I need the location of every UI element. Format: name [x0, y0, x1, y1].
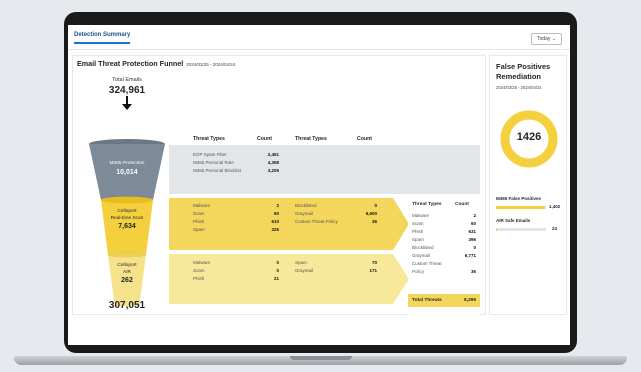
summary-row-label: Blocklisted — [412, 245, 434, 250]
funnel-title-text: Email Threat Protection Funnel — [77, 59, 184, 68]
stage-air-value: 262 — [121, 277, 133, 284]
gray-row-label: M365 Personal Blocklist — [193, 168, 242, 173]
stage-air-name-2: AIR — [123, 270, 131, 275]
m365-fp-bar — [496, 206, 545, 209]
safe-emails-value: 307,051 — [108, 300, 146, 311]
stage-m365-name: M365 Protection — [109, 161, 145, 166]
stage-m365-value: 10,014 — [116, 169, 138, 176]
summary-row-label: Scam — [412, 221, 424, 226]
donut-value: 1426 — [516, 131, 542, 143]
summary-col-threat-types: Threat Types — [412, 202, 442, 207]
funnel-title: Email Threat Protection Funnel 2024/03/25… — [77, 59, 235, 68]
remediation-title-1: False Positives — [496, 62, 551, 71]
air-row-value: 70 — [371, 260, 377, 265]
stage-rt-name-1: Celloport — [117, 209, 137, 214]
summary-row-label: Custom Threat — [412, 261, 442, 266]
funnel-date: 2024/03/25 - 2024/04/24 — [186, 62, 236, 67]
laptop-screen: Detection Summary Today ⌄ Email Threat P… — [68, 25, 570, 345]
rt-row-label: Graymail — [295, 211, 314, 216]
summary-row-label: Spam — [412, 237, 424, 242]
air-row-label: Graymail — [295, 268, 314, 273]
stage-rt-value: 7,634 — [118, 223, 136, 230]
funnel-panel: Email Threat Protection Funnel 2024/03/25… — [72, 55, 486, 315]
rt-row-label: Spam — [193, 227, 205, 232]
gray-row-value: 3,205 — [267, 168, 279, 173]
m365-fp-label: M365 False Positives — [496, 196, 542, 201]
air-row-value: 21 — [273, 276, 279, 281]
summary-row-value: 6,771 — [464, 253, 476, 258]
air-row-label: Spam — [295, 260, 307, 265]
air-row-value: 0 — [276, 260, 279, 265]
rt-row-label: Blocklisted — [295, 203, 317, 208]
air-safe-bar — [496, 228, 497, 231]
tab-bar: Detection Summary Today ⌄ — [68, 25, 570, 50]
total-emails-label: Total Emails — [112, 77, 142, 83]
rt-row-value: 326 — [271, 227, 279, 232]
summary-row-value: 0 — [473, 245, 476, 250]
remediation-title-2: Remediation — [496, 72, 542, 81]
remediation-panel: False Positives Remediation 2024/03/25 -… — [489, 55, 567, 315]
gray-row-value: 4,358 — [267, 160, 279, 165]
stage-air-name-1: Celloport — [117, 263, 137, 268]
chevron-down-icon: ⌄ — [551, 36, 556, 42]
col-count-2: Count — [357, 136, 372, 142]
rt-row-label: Phish — [193, 219, 205, 224]
date-range-dropdown[interactable]: Today ⌄ — [531, 33, 562, 45]
summary-row-value: 2 — [473, 213, 476, 218]
gray-row-value: 2,451 — [267, 152, 279, 157]
summary-row-value: 60 — [470, 221, 476, 226]
air-row-label: Phish — [193, 276, 205, 281]
gray-row-label: EOP Spam Filter — [193, 152, 227, 157]
rt-row-label: Malware — [193, 203, 211, 208]
summary-row-value: 631 — [468, 229, 476, 234]
summary-row-label: Graymail — [412, 253, 431, 258]
summary-row-label: Policy — [412, 269, 425, 274]
air-row-value: 0 — [276, 268, 279, 273]
col-threat-types-2: Threat Types — [295, 136, 327, 142]
rt-row-label: Custom Threat Policy — [295, 219, 338, 224]
summary-row-value: 396 — [468, 237, 476, 242]
gray-row-label: M365 Personal Rule — [193, 160, 234, 165]
remediation-date: 2024/03/25 - 2024/04/24 — [496, 85, 542, 90]
stage-rt-name-2: Real-time Scan — [110, 216, 144, 221]
rt-row-label: Scam — [193, 211, 205, 216]
total-threats-label: Total Threats — [412, 298, 442, 303]
summary-row-value: 36 — [470, 269, 476, 274]
summary-row-label: Malware — [412, 213, 430, 218]
rt-row-value: 36 — [371, 219, 377, 224]
summary-row-label: Phish — [412, 229, 424, 234]
col-threat-types-1: Threat Types — [193, 136, 225, 142]
tab-detection-summary[interactable]: Detection Summary — [74, 32, 131, 44]
air-row-label: Malware — [193, 260, 211, 265]
total-emails-value: 324,961 — [108, 85, 146, 96]
air-row-value: 171 — [369, 268, 377, 273]
col-count-1: Count — [257, 136, 272, 142]
air-safe-value: 24 — [552, 226, 558, 231]
air-row-label: Scam — [193, 268, 205, 273]
date-range-value: Today — [537, 36, 551, 42]
rt-row-value: 60 — [273, 211, 279, 216]
m365-fp-track — [496, 206, 546, 209]
down-arrow-icon — [122, 96, 132, 110]
summary-col-count: Count — [455, 202, 469, 207]
rt-row-value: 2 — [276, 203, 279, 208]
rt-row-value: 610 — [271, 219, 279, 224]
total-threats-value: 8,296 — [463, 298, 476, 303]
rt-row-value: 6,600 — [365, 211, 377, 216]
laptop-notch — [290, 356, 352, 360]
air-safe-label: AIR Safe Emails — [496, 218, 531, 223]
m365-fp-value: 1,402 — [549, 204, 561, 209]
rt-row-value: 0 — [374, 203, 377, 208]
air-safe-track — [496, 228, 546, 231]
